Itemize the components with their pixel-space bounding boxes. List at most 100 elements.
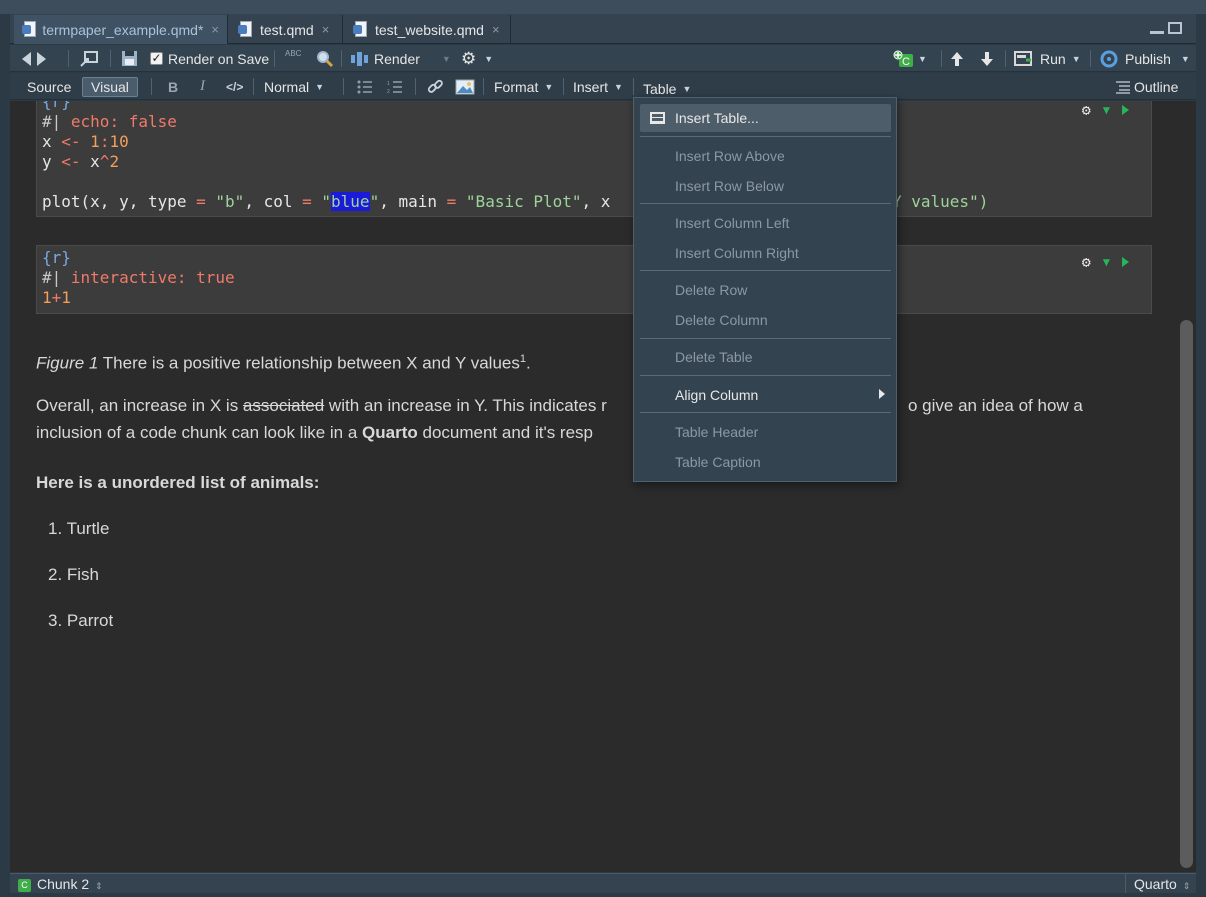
code-line: y <- x^2 [42,152,120,171]
menu-label: Insert Row Below [675,178,784,194]
tab-test[interactable]: test.qmd × [230,15,343,44]
menu-item-delete-column[interactable]: Delete Column [640,306,891,334]
run-button[interactable]: Run ▼ [1014,45,1081,72]
bullet-list-button[interactable] [357,73,373,100]
menu-item-insert-column-right[interactable]: Insert Column Right [640,239,891,267]
tab-termpaper-example[interactable]: termpaper_example.qmd* × [14,15,228,44]
show-in-window-icon [80,50,98,67]
run-previous-icon[interactable]: ▼ [1103,101,1110,120]
render-label: Render [374,50,420,67]
editor-toolbar: ✓ Render on Save ABC Render ▼ ⚙ ▼ C ▼ Ru… [10,45,1196,72]
settings-button[interactable]: ⚙ ▼ [461,45,493,72]
source-mode-button[interactable]: Source [27,73,71,100]
menu-label: Insert Table... [675,110,759,126]
visual-label: Visual [82,76,138,97]
qmd-file-icon [353,20,369,39]
chunk-label: Chunk 2 [37,876,90,892]
minimize-icon[interactable] [1150,30,1164,34]
table-icon [650,112,665,124]
list-item: 2. Fish [48,565,100,584]
arrow-down-icon [981,51,993,66]
close-icon[interactable]: × [492,22,500,37]
run-chunk-icon[interactable] [1122,257,1129,267]
numbered-list-button[interactable]: 12 [387,73,403,100]
figure-caption: Figure 1 There is a positive relationshi… [36,353,531,373]
qmd-file-icon [238,20,254,39]
code-line: 1+1 [42,288,71,307]
menu-item-delete-row[interactable]: Delete Row [640,276,891,304]
render-on-save-checkbox[interactable]: ✓ Render on Save [150,45,269,72]
block-style-dropdown[interactable]: Normal ▼ [264,73,324,100]
save-button[interactable] [121,45,138,72]
menu-item-table-caption[interactable]: Table Caption [640,448,891,476]
menu-item-insert-row-below[interactable]: Insert Row Below [640,172,891,200]
next-chunk-button[interactable] [980,45,994,72]
render-on-save-label: Render on Save [168,50,270,67]
paragraph: Overall, an increase in X is associated … [36,396,1083,415]
run-chunk-icon[interactable] [1122,105,1129,115]
rstudio-editor-window: termpaper_example.qmd* × test.qmd × test… [0,0,1206,897]
menu-label: Table Header [675,424,759,440]
close-icon[interactable]: × [322,22,330,37]
insert-chunk-button[interactable]: C ▼ [893,45,927,72]
gear-icon[interactable]: ⚙ [1082,252,1091,272]
format-menu[interactable]: Format ▼ [494,73,553,100]
run-previous-icon[interactable]: ▼ [1103,252,1110,272]
menu-label: Delete Row [675,282,748,298]
chevron-down-icon[interactable]: ▼ [442,54,451,64]
outline-button[interactable]: Outline [1115,73,1178,100]
top-strip [0,0,1206,14]
render-button[interactable]: Render ▼ [351,45,451,72]
menu-item-insert-table[interactable]: Insert Table... [640,104,891,132]
bullet-list-icon [357,80,372,93]
insert-image-button[interactable] [455,73,475,100]
image-icon [455,79,475,94]
menu-item-align-column[interactable]: Align Column [640,381,891,409]
menu-label: Table Caption [675,454,761,470]
publish-label: Publish [1125,50,1171,67]
visual-editor-toolbar: Source Visual B I </> Normal ▼ 12 Format… [10,73,1196,100]
tab-label: termpaper_example.qmd* [42,21,204,38]
menu-item-table-header[interactable]: Table Header [640,418,891,446]
code-line: plot(x, y, type = "b", col = "blue", mai… [42,192,989,211]
window-controls [1150,22,1182,34]
insert-link-button[interactable] [426,73,444,100]
chevron-down-icon: ▼ [315,81,325,92]
maximize-icon[interactable] [1168,22,1182,34]
code-chunk-2[interactable]: {r} #| interactive: true 1+1 ⚙ ▼ [36,245,1152,314]
menu-item-delete-table[interactable]: Delete Table [640,343,891,371]
spellcheck-button[interactable]: ABC [285,45,301,72]
format-label: Format [494,78,539,95]
code-chunk-1[interactable]: {r} #| echo: false x <- 1:10 y <- x^2 pl… [36,101,1152,217]
chunk-navigator[interactable]: C Chunk 2 ⇕ [18,876,103,892]
menu-item-insert-column-left[interactable]: Insert Column Left [640,209,891,237]
tab-label: test.qmd [260,21,314,38]
gear-icon[interactable]: ⚙ [1082,101,1091,120]
file-type-selector[interactable]: Quarto ⇕ [1125,874,1190,893]
bold-button[interactable]: B [168,73,178,100]
code-button[interactable]: </> [226,73,243,100]
previous-chunk-button[interactable] [950,45,964,72]
run-label: Run [1040,50,1066,67]
document-editor[interactable]: {r} #| echo: false x <- 1:10 y <- x^2 pl… [10,101,1176,872]
find-replace-button[interactable] [316,45,334,72]
menu-item-insert-row-above[interactable]: Insert Row Above [640,142,891,170]
scrollbar-thumb[interactable] [1180,320,1193,868]
svg-text:C: C [902,56,910,68]
chevron-updown-icon: ⇕ [95,881,103,891]
submenu-arrow-icon [879,389,885,399]
close-icon[interactable]: × [211,22,219,37]
list-item: 1. Turtle [48,519,110,538]
insert-label: Insert [573,78,609,95]
back-arrow-icon[interactable] [22,51,31,66]
italic-button[interactable]: I [200,73,205,100]
publish-button[interactable]: Publish ▼ [1099,45,1190,72]
visual-mode-button[interactable]: Visual [82,73,138,100]
show-in-window-button[interactable] [80,45,98,72]
chunk-actions: ⚙ ▼ [1082,101,1129,120]
vertical-scrollbar[interactable] [1176,101,1196,872]
forward-arrow-icon[interactable] [37,51,46,66]
tab-test-website[interactable]: test_website.qmd × [345,15,511,44]
insert-menu[interactable]: Insert ▼ [573,73,623,100]
